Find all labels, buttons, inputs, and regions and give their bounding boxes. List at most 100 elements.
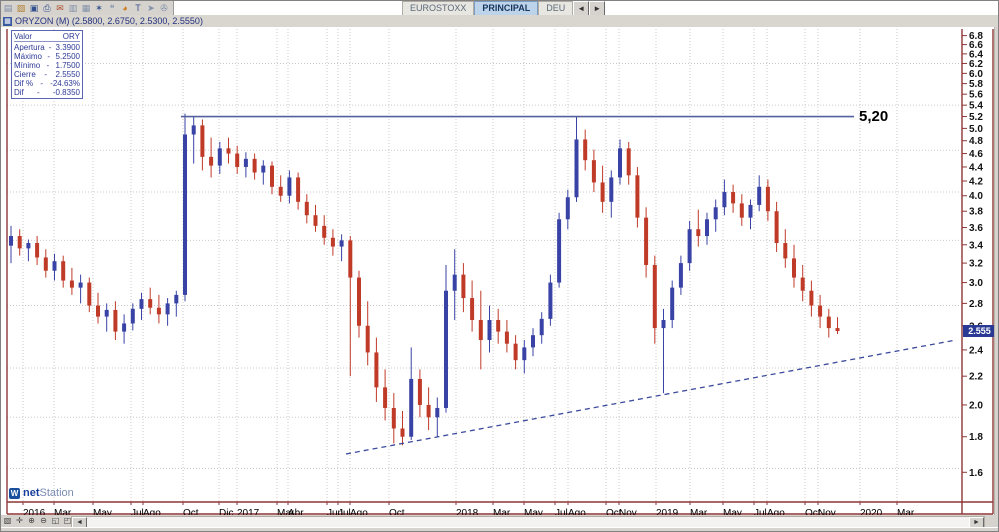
candle xyxy=(78,282,83,288)
y-axis-label: 3.0 xyxy=(969,278,983,289)
candle xyxy=(296,177,301,202)
data-row-label: Valor xyxy=(14,32,33,41)
candle xyxy=(496,320,501,332)
tab-principal[interactable]: PRINCIPAL xyxy=(474,1,539,15)
x-axis-label: May xyxy=(93,508,112,515)
candle xyxy=(548,282,553,319)
data-row-value: 1.7500 xyxy=(55,61,80,70)
candle xyxy=(417,378,422,405)
y-axis-label: 3.4 xyxy=(969,240,983,251)
candle xyxy=(461,274,466,299)
candle xyxy=(678,263,683,288)
candle xyxy=(17,236,22,249)
candle xyxy=(226,148,231,154)
candle xyxy=(626,148,631,176)
pointer-icon[interactable]: ➤ xyxy=(145,2,157,14)
y-axis-label: 4.0 xyxy=(969,191,983,202)
x-axis-label: Jul xyxy=(338,508,351,515)
data-row-value: 3.3900 xyxy=(55,43,80,52)
new-chart-icon[interactable]: ▤ xyxy=(2,2,14,14)
candle xyxy=(243,158,248,167)
candle xyxy=(765,186,770,212)
candle xyxy=(644,217,649,265)
paste-icon[interactable]: ▦ xyxy=(80,2,92,14)
candle xyxy=(444,290,448,408)
text-tool-icon[interactable]: T xyxy=(132,2,144,14)
data-row-value: -0.8350 xyxy=(52,88,80,97)
x-axis-label: Ago xyxy=(143,508,161,515)
tab-deu[interactable]: DEU xyxy=(538,1,574,15)
main-toolbar: ▤ ▨ ▣ ⎙ ✉ ▥ ▦ ✶ ❝ ◕ T ➤ ✇ xyxy=(2,1,170,15)
crosshair-icon[interactable]: ✛ xyxy=(14,516,25,526)
x-axis-label: Jul xyxy=(555,508,568,515)
data-row-value: -24.63% xyxy=(50,79,80,88)
candle xyxy=(43,257,48,271)
candlestick-chart[interactable]: 6.86.66.46.26.05.85.65.45.25.04.84.64.44… xyxy=(1,27,999,515)
x-axis-label: Dic xyxy=(219,508,233,515)
candle xyxy=(800,277,805,291)
candle xyxy=(348,240,353,278)
data-row-label: Máximo xyxy=(14,52,43,61)
data-row-separator: - xyxy=(46,61,50,70)
y-axis-label: 3.8 xyxy=(969,207,983,218)
candle xyxy=(339,240,344,247)
x-axis-label: 2018 xyxy=(456,508,479,515)
candle xyxy=(69,280,74,288)
candle xyxy=(278,186,283,196)
candle xyxy=(96,305,100,317)
print-icon[interactable]: ⎙ xyxy=(41,2,53,14)
compress-icon[interactable]: ◱ xyxy=(50,516,61,526)
data-row-label: Apertura xyxy=(14,43,45,52)
candle xyxy=(565,197,570,220)
candle xyxy=(270,165,274,187)
candle xyxy=(113,309,118,332)
y-axis-label: 5.2 xyxy=(969,112,983,123)
y-axis-label: 5.6 xyxy=(969,90,983,101)
candle xyxy=(687,229,692,264)
top-toolbar-row: ▤ ▨ ▣ ⎙ ✉ ▥ ▦ ✶ ❝ ◕ T ➤ ✇ EUROSTOXX PRINCIPAL DEU ◄ ► xyxy=(1,1,998,16)
zoom-in-icon[interactable]: ⊕ xyxy=(26,516,37,526)
send-icon[interactable]: ✉ xyxy=(54,2,66,14)
candle xyxy=(504,331,509,344)
y-axis-label: 4.4 xyxy=(969,162,983,173)
data-row-separator: - xyxy=(40,79,43,88)
tab-eurostoxx[interactable]: EUROSTOXX xyxy=(402,1,475,15)
y-axis-label: 5.8 xyxy=(969,79,983,90)
copy-icon[interactable]: ▥ xyxy=(67,2,79,14)
candle xyxy=(583,139,588,161)
x-axis-label: Ago xyxy=(350,508,368,515)
data-row-separator: - xyxy=(44,70,47,79)
data-row-separator xyxy=(44,32,50,41)
tab-scroll-right-button[interactable]: ► xyxy=(589,1,606,16)
netstation-logo-icon: W xyxy=(9,487,20,499)
candle xyxy=(400,428,405,437)
chart-type-icon[interactable]: ◕ xyxy=(119,2,131,14)
trendline[interactable] xyxy=(345,339,957,455)
save-icon[interactable]: ▣ xyxy=(28,2,40,14)
data-row-label: Dif % xyxy=(14,79,34,88)
tab-scroll-left-button[interactable]: ◄ xyxy=(573,1,590,16)
candle xyxy=(252,158,257,173)
x-axis-label: May xyxy=(524,508,543,515)
x-axis-label: May xyxy=(723,508,742,515)
resistance-price-label: 5,20 xyxy=(859,108,889,125)
x-axis-label: Mar xyxy=(493,508,511,515)
chart-mode-icon[interactable]: ▧ xyxy=(2,516,13,526)
candle xyxy=(635,175,640,218)
y-axis-label: 2.2 xyxy=(969,372,983,383)
y-axis-label: 4.2 xyxy=(969,177,983,188)
candle xyxy=(374,352,379,388)
open-icon[interactable]: ▨ xyxy=(15,2,27,14)
settings-icon[interactable]: ✇ xyxy=(158,2,170,14)
candle xyxy=(731,191,736,204)
x-axis-label: Mar xyxy=(897,508,915,515)
x-axis-label: Mar xyxy=(690,508,708,515)
candle xyxy=(287,177,292,196)
data-row-separator: - xyxy=(36,88,40,97)
candle xyxy=(809,290,814,306)
x-axis-label: 2017 xyxy=(237,508,260,515)
chart-pane: 6.8 6.6 6.4 6.2 6.0 5.8 5.6 5.4 5.2 5.0 4.8 4.6 4.4 4… xyxy=(1,27,999,515)
zoom-out-icon[interactable]: ⊖ xyxy=(38,516,49,526)
comment-icon[interactable]: ❝ xyxy=(106,2,118,14)
indicators-icon[interactable]: ✶ xyxy=(93,2,105,14)
